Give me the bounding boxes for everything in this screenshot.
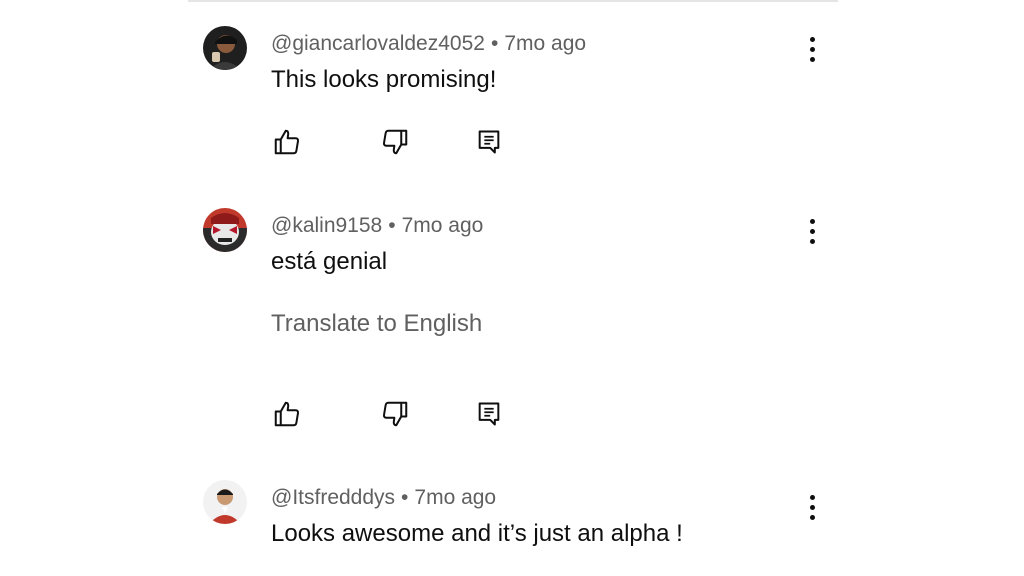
comment-text: Looks awesome and it’s just an alpha ! xyxy=(271,520,683,547)
thumbs-down-icon xyxy=(382,129,408,155)
meta-separator: • xyxy=(388,214,396,237)
comment-text: está genial xyxy=(271,248,388,275)
comments-page: @giancarlovaldez4052 • 7mo ago This looks … xyxy=(0,0,1024,576)
comment-author[interactable]: @Itsfredddys xyxy=(271,486,395,509)
user-avatar-icon xyxy=(203,26,247,70)
like-button[interactable] xyxy=(267,122,307,162)
more-options-button[interactable] xyxy=(803,214,821,248)
reply-icon xyxy=(478,402,500,426)
meta-separator: • xyxy=(401,486,409,509)
thumbs-up-icon xyxy=(274,401,300,427)
menu-dot xyxy=(809,514,815,520)
user-avatar-icon xyxy=(203,480,247,524)
thumbs-down-icon xyxy=(382,401,408,427)
menu-dot xyxy=(809,46,815,52)
reply-button[interactable] xyxy=(469,394,509,434)
comment-author[interactable]: @kalin9158 xyxy=(271,214,382,237)
menu-dot xyxy=(809,228,815,234)
comment-meta: @Itsfredddys • 7mo ago xyxy=(271,486,496,510)
like-button[interactable] xyxy=(267,394,307,434)
comment-meta: @giancarlovaldez4052 • 7mo ago xyxy=(271,32,586,56)
avatar[interactable] xyxy=(203,26,247,70)
thumbs-up-icon xyxy=(274,129,300,155)
comment-time[interactable]: 7mo ago xyxy=(402,214,484,237)
more-vertical-icon xyxy=(809,218,815,224)
avatar[interactable] xyxy=(203,208,247,252)
reply-button[interactable] xyxy=(469,122,509,162)
menu-dot xyxy=(809,56,815,62)
translate-button[interactable]: Translate to English xyxy=(271,310,482,338)
dislike-button[interactable] xyxy=(375,122,415,162)
more-options-button[interactable] xyxy=(803,32,821,66)
top-divider xyxy=(188,0,838,2)
meta-separator: • xyxy=(490,32,499,55)
comment-time[interactable]: 7mo ago xyxy=(504,32,586,55)
avatar[interactable] xyxy=(203,480,247,524)
more-options-button[interactable] xyxy=(803,490,821,524)
menu-dot xyxy=(809,504,815,510)
masked-character-avatar-icon xyxy=(203,208,247,252)
comment-meta: @kalin9158 • 7mo ago xyxy=(271,214,483,238)
dislike-button[interactable] xyxy=(375,394,415,434)
comment-text: This looks promising! xyxy=(271,66,497,93)
menu-dot xyxy=(809,238,815,244)
more-vertical-icon xyxy=(809,494,815,500)
comment-author[interactable]: @giancarlovaldez4052 xyxy=(271,32,485,55)
reply-icon xyxy=(478,130,500,154)
comment-time[interactable]: 7mo ago xyxy=(414,486,496,509)
more-vertical-icon xyxy=(809,36,815,42)
